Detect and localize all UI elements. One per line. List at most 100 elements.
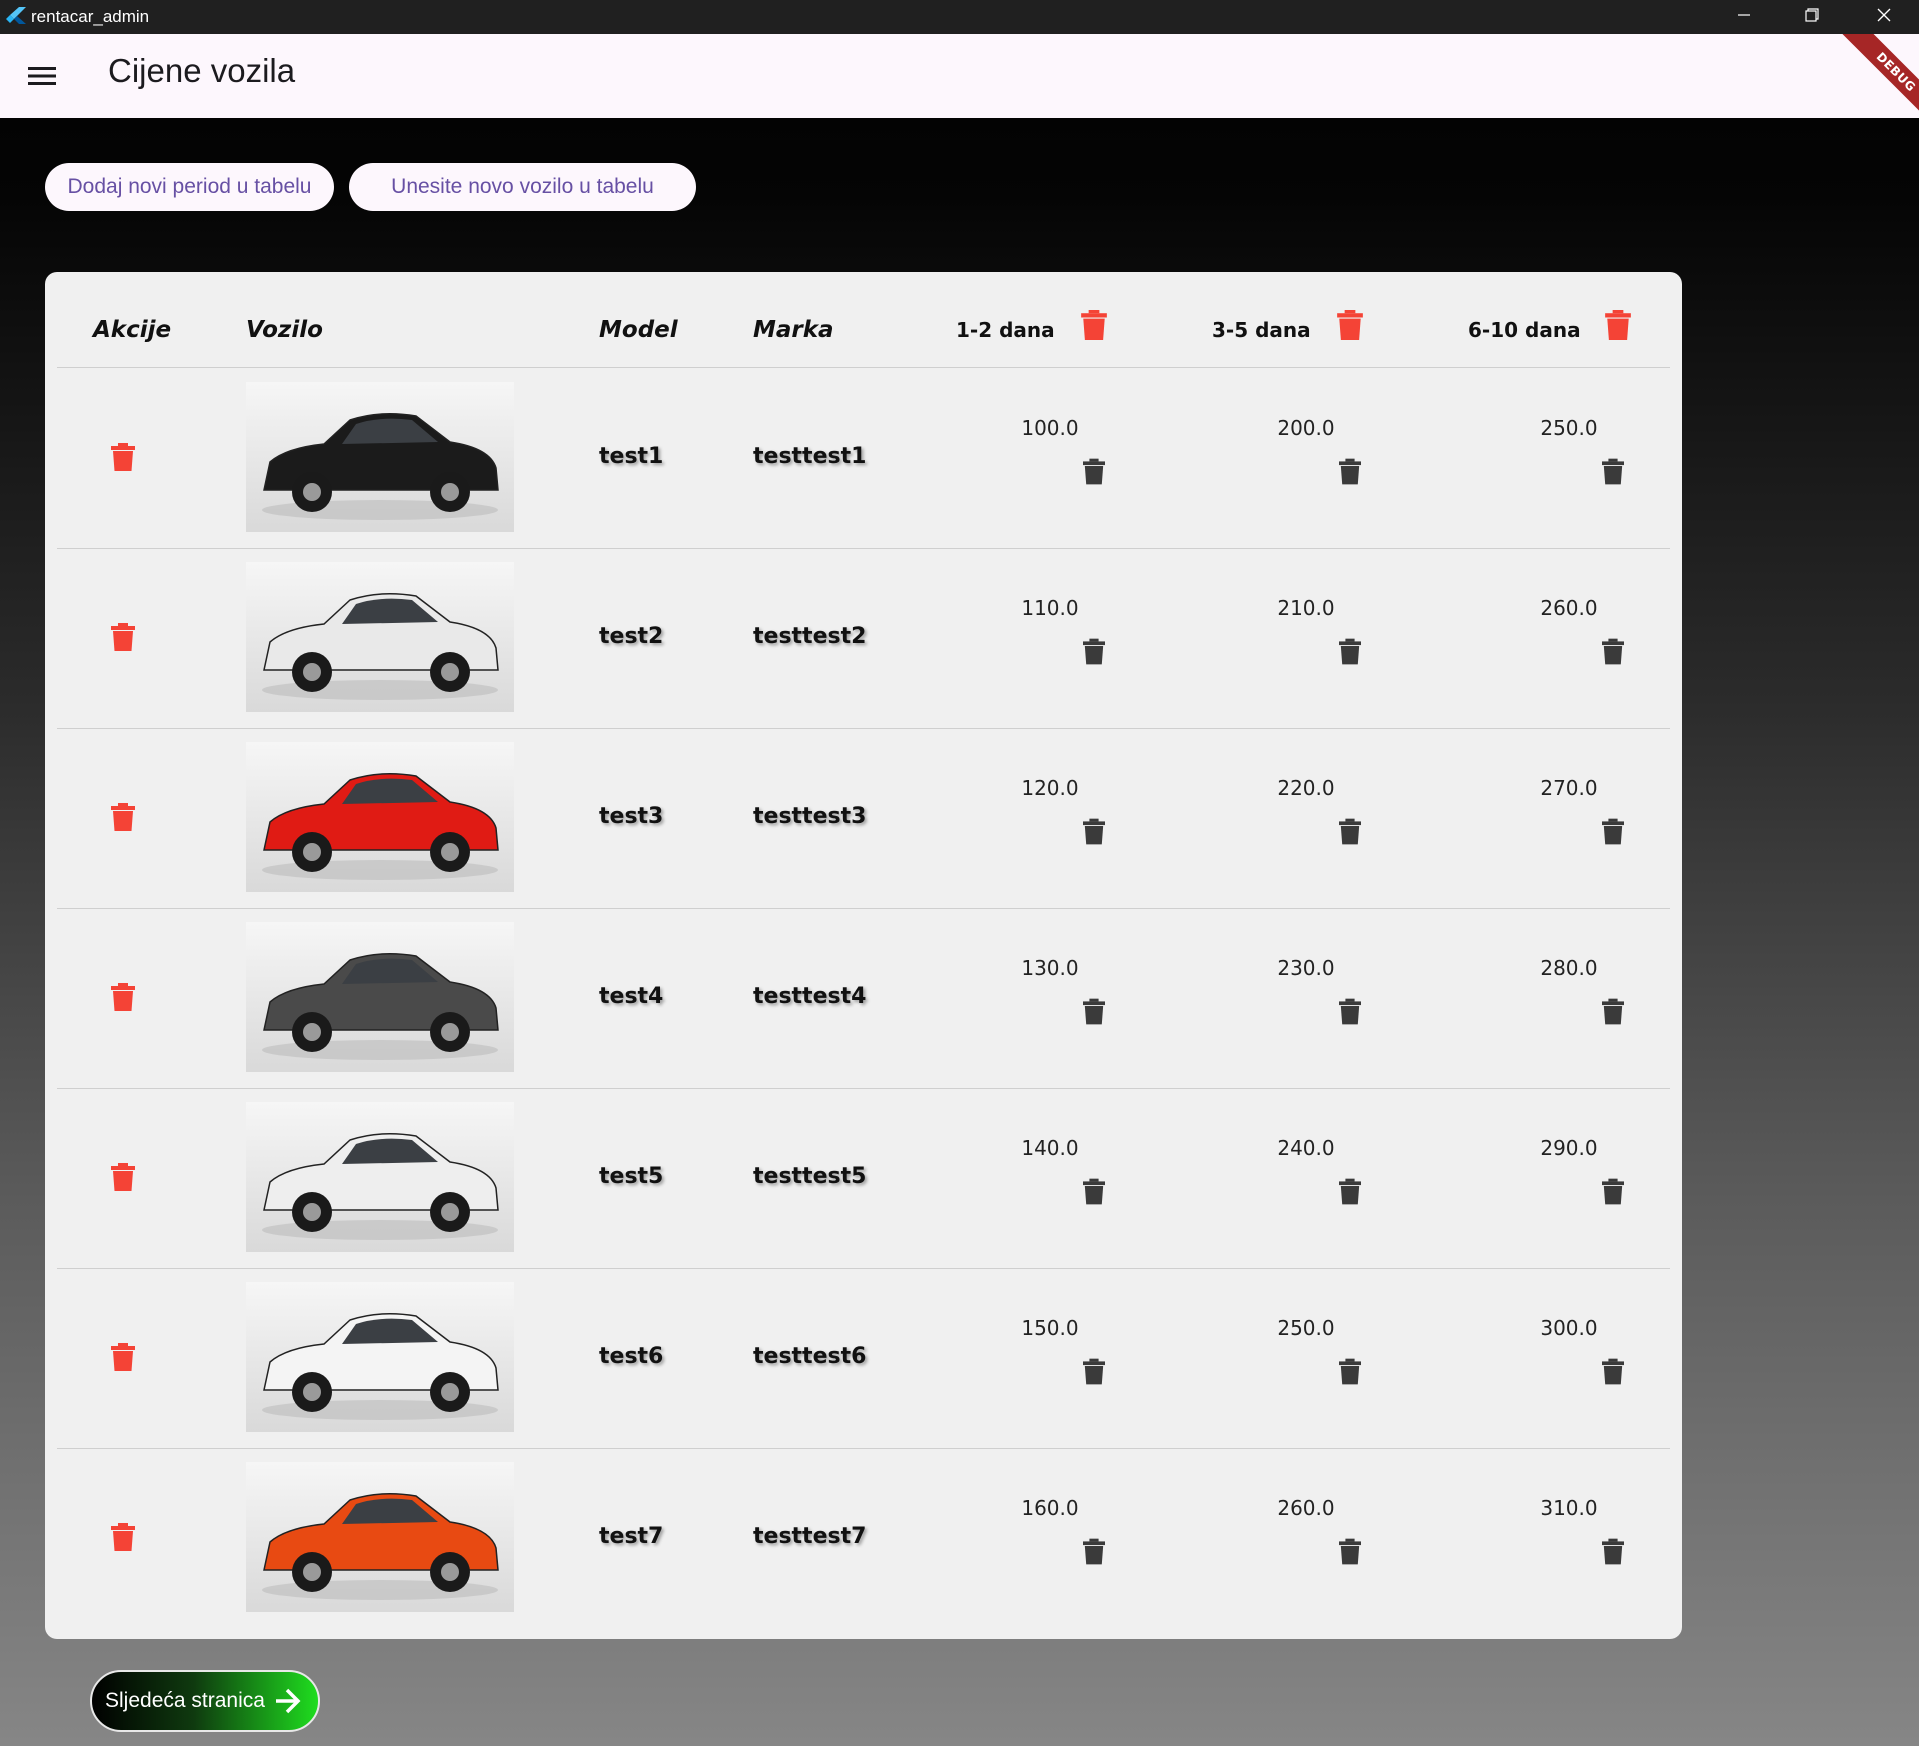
header-period-1: 1-2 dana	[956, 318, 1055, 342]
vehicle-image	[246, 922, 514, 1072]
price-cell: 280.0	[1540, 956, 1598, 980]
delete-price-button[interactable]	[1602, 1538, 1624, 1566]
trash-icon	[1602, 1358, 1624, 1385]
header-actions: Akcije	[93, 317, 172, 343]
delete-price-button[interactable]	[1339, 1178, 1361, 1206]
next-page-button[interactable]: Sljedeća stranica	[90, 1670, 320, 1732]
close-icon	[1876, 7, 1892, 27]
vehicle-image	[246, 1462, 514, 1612]
add-period-button[interactable]: Dodaj novi period u tabelu	[45, 163, 334, 211]
delete-vehicle-button[interactable]	[111, 802, 135, 832]
page-title: Cijene vozila	[108, 52, 296, 89]
delete-price-button[interactable]	[1602, 638, 1624, 666]
delete-price-button[interactable]	[1083, 458, 1105, 486]
price-cell: 110.0	[1021, 596, 1079, 620]
trash-icon	[1337, 310, 1363, 340]
model-cell: test2	[599, 624, 664, 649]
delete-price-button[interactable]	[1602, 1358, 1624, 1386]
delete-price-button[interactable]	[1083, 1538, 1105, 1566]
table-row: test7 testtest7 160.0 260.0 310.0	[45, 1448, 1682, 1628]
menu-icon[interactable]	[26, 62, 58, 90]
app-logo-icon	[6, 6, 28, 28]
delete-vehicle-button[interactable]	[111, 1342, 135, 1372]
delete-price-button[interactable]	[1339, 818, 1361, 846]
delete-price-button[interactable]	[1083, 1358, 1105, 1386]
price-cell: 140.0	[1021, 1136, 1079, 1160]
price-cell: 260.0	[1540, 596, 1598, 620]
restore-button[interactable]	[1778, 0, 1846, 34]
price-cell: 120.0	[1021, 776, 1079, 800]
delete-price-button[interactable]	[1602, 998, 1624, 1026]
window-title: rentacar_admin	[31, 7, 150, 26]
trash-icon	[111, 622, 135, 652]
delete-price-button[interactable]	[1339, 1358, 1361, 1386]
delete-vehicle-button[interactable]	[111, 622, 135, 652]
app-bar: Cijene vozila	[0, 34, 1919, 118]
price-cell: 310.0	[1540, 1496, 1598, 1520]
delete-vehicle-button[interactable]	[111, 442, 135, 472]
trash-icon	[1602, 818, 1624, 845]
trash-icon	[1083, 1358, 1105, 1385]
delete-price-button[interactable]	[1602, 1178, 1624, 1206]
brand-cell: testtest7	[753, 1524, 867, 1549]
price-cell: 200.0	[1277, 416, 1335, 440]
delete-price-button[interactable]	[1339, 638, 1361, 666]
arrow-right-icon	[273, 1687, 303, 1715]
header-period-3: 6-10 dana	[1468, 318, 1581, 342]
trash-icon	[1339, 638, 1361, 665]
brand-cell: testtest5	[753, 1164, 867, 1189]
delete-period-3-button[interactable]	[1605, 310, 1631, 340]
close-button[interactable]	[1850, 0, 1918, 34]
brand-cell: testtest1	[753, 444, 867, 469]
vehicle-image	[246, 382, 514, 532]
trash-icon	[111, 802, 135, 832]
delete-price-button[interactable]	[1339, 458, 1361, 486]
price-cell: 250.0	[1277, 1316, 1335, 1340]
brand-cell: testtest3	[753, 804, 867, 829]
minimize-button[interactable]	[1710, 0, 1778, 34]
delete-price-button[interactable]	[1339, 1538, 1361, 1566]
trash-icon	[111, 442, 135, 472]
delete-price-button[interactable]	[1083, 998, 1105, 1026]
delete-price-button[interactable]	[1602, 458, 1624, 486]
model-cell: test3	[599, 804, 664, 829]
add-vehicle-button[interactable]: Unesite novo vozilo u tabelu	[349, 163, 696, 211]
header-period-2: 3-5 dana	[1212, 318, 1311, 342]
trash-icon	[111, 982, 135, 1012]
table-row: test4 testtest4 130.0 230.0 280.0	[45, 908, 1682, 1088]
table-row: test3 testtest3 120.0 220.0 270.0	[45, 728, 1682, 908]
trash-icon	[1339, 1178, 1361, 1205]
trash-icon	[1339, 1358, 1361, 1385]
model-cell: test7	[599, 1524, 664, 1549]
price-cell: 100.0	[1021, 416, 1079, 440]
trash-icon	[111, 1522, 135, 1552]
minimize-icon	[1736, 7, 1752, 27]
vehicle-image	[246, 1282, 514, 1432]
price-cell: 290.0	[1540, 1136, 1598, 1160]
delete-price-button[interactable]	[1083, 638, 1105, 666]
delete-price-button[interactable]	[1602, 818, 1624, 846]
header-vehicle: Vozilo	[246, 317, 323, 343]
price-cell: 260.0	[1277, 1496, 1335, 1520]
price-cell: 130.0	[1021, 956, 1079, 980]
trash-icon	[1081, 310, 1107, 340]
delete-period-1-button[interactable]	[1081, 310, 1107, 340]
model-cell: test6	[599, 1344, 664, 1369]
window-titlebar: rentacar_admin	[0, 0, 1919, 34]
delete-vehicle-button[interactable]	[111, 1162, 135, 1192]
delete-vehicle-button[interactable]	[111, 1522, 135, 1552]
price-cell: 240.0	[1277, 1136, 1335, 1160]
trash-icon	[1083, 998, 1105, 1025]
trash-icon	[1339, 1538, 1361, 1565]
brand-cell: testtest2	[753, 624, 867, 649]
delete-period-2-button[interactable]	[1337, 310, 1363, 340]
delete-price-button[interactable]	[1083, 1178, 1105, 1206]
trash-icon	[111, 1342, 135, 1372]
price-cell: 250.0	[1540, 416, 1598, 440]
delete-price-button[interactable]	[1339, 998, 1361, 1026]
trash-icon	[1339, 818, 1361, 845]
price-cell: 270.0	[1540, 776, 1598, 800]
trash-icon	[1083, 1538, 1105, 1565]
delete-price-button[interactable]	[1083, 818, 1105, 846]
delete-vehicle-button[interactable]	[111, 982, 135, 1012]
